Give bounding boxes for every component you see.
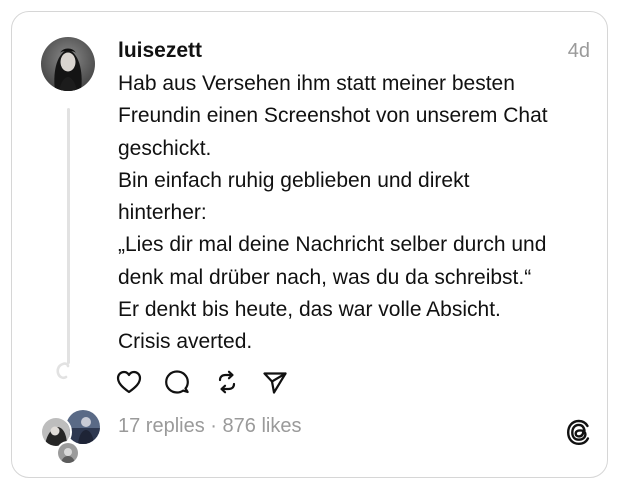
author-avatar[interactable] <box>41 37 95 91</box>
stats-separator: · <box>210 415 217 437</box>
avatar-image <box>41 37 95 91</box>
post-text-line: hinterher: <box>118 201 207 225</box>
post-text-line: Hab aus Versehen ihm statt meiner besten <box>118 72 515 95</box>
heart-icon <box>116 370 142 394</box>
like-button[interactable] <box>115 368 143 396</box>
post-text: Hab aus Versehen ihm statt meiner besten… <box>118 68 588 359</box>
send-icon <box>263 372 287 394</box>
post-stats: 17 replies · 876 likes <box>118 414 301 438</box>
replier-avatar <box>56 441 80 465</box>
post-text-line: denk mal drüber nach, was du da schreibs… <box>118 265 532 289</box>
likes-count[interactable]: 876 likes <box>223 415 302 437</box>
thread-line <box>67 108 70 364</box>
post-text-line: Freundin einen Screenshot von unserem Ch… <box>118 104 548 128</box>
threads-logo-icon[interactable] <box>565 418 593 446</box>
post-text-line: Bin einfach ruhig geblieben und direkt <box>118 168 470 192</box>
reply-button[interactable] <box>163 368 191 396</box>
post-text-line: geschickt. <box>118 136 212 160</box>
replies-count[interactable]: 17 replies <box>118 415 205 437</box>
post-timestamp: 4d <box>567 40 590 62</box>
repost-button[interactable] <box>213 368 241 396</box>
reply-avatars[interactable] <box>40 408 102 465</box>
post-text-line: Crisis averted. <box>118 330 253 354</box>
post-text-line: Er denkt bis heute, das war volle Absich… <box>118 298 501 322</box>
post-text-line: „Lies dir mal deine Nachricht selber dur… <box>118 233 547 257</box>
thread-loop-icon <box>53 362 73 387</box>
share-button[interactable] <box>261 368 289 396</box>
repost-icon <box>218 370 236 394</box>
comment-icon <box>165 370 189 394</box>
post-username[interactable]: luisezett <box>118 38 202 64</box>
